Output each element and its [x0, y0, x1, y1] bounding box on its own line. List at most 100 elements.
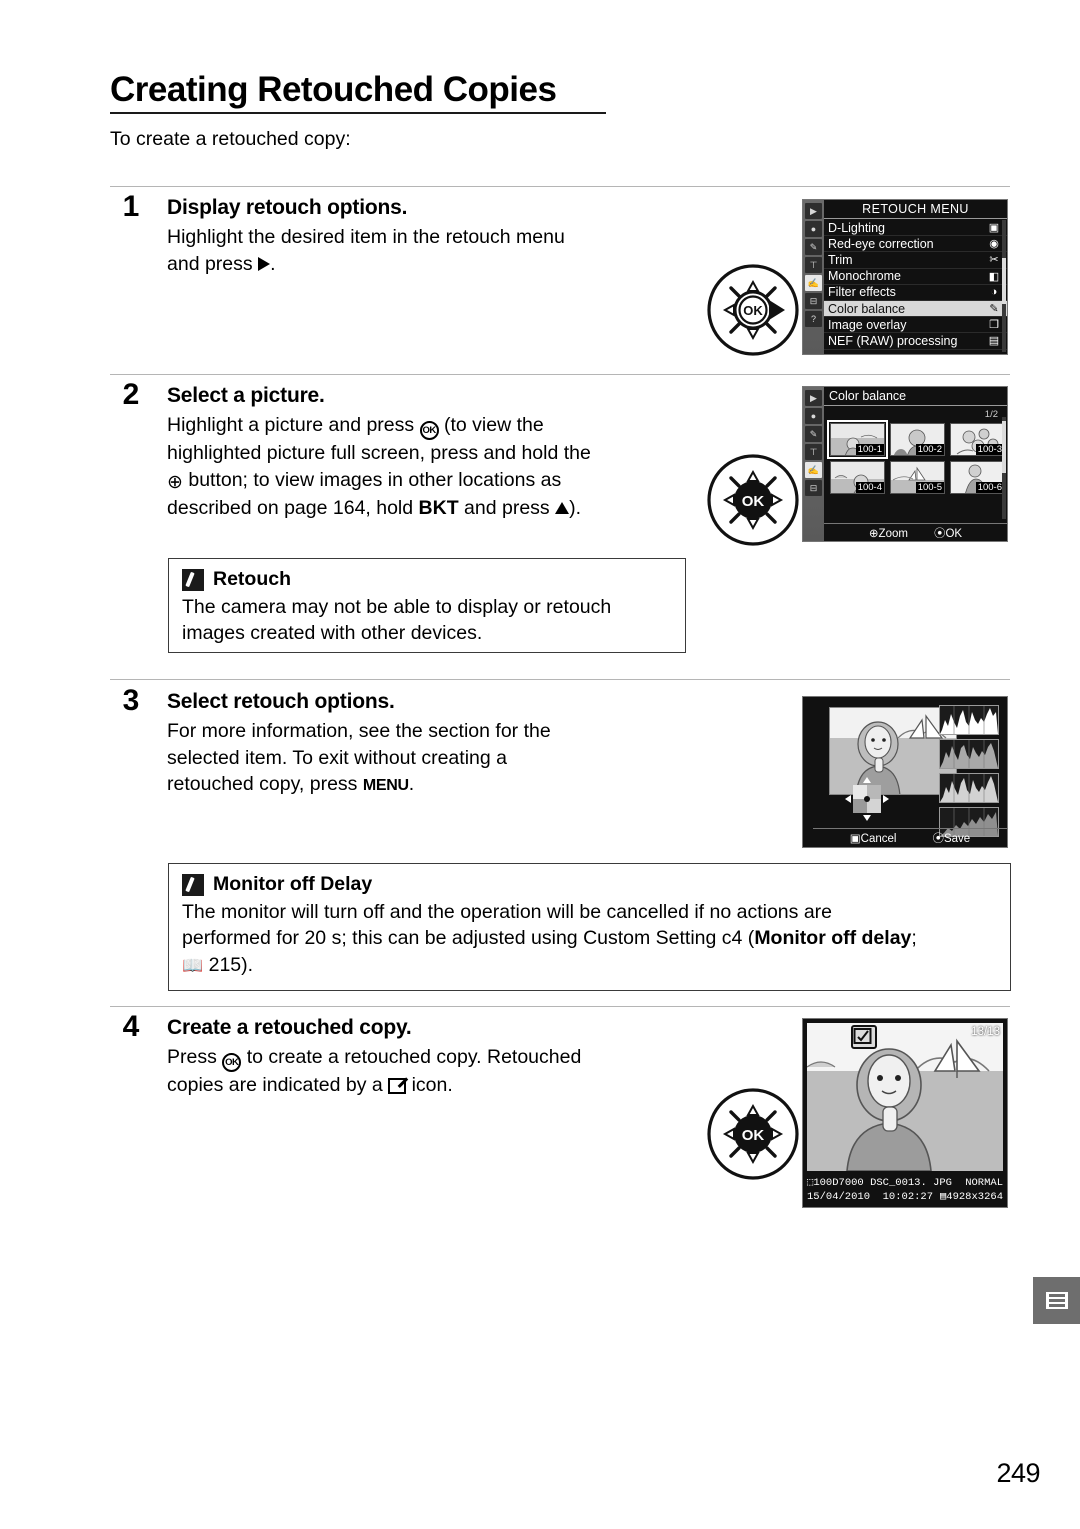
manual-page: Creating Retouched Copies To create a re…	[0, 0, 1080, 1529]
wrench-icon[interactable]: ⊤	[805, 257, 822, 273]
multi-selector-dial-1: OK	[707, 264, 799, 356]
thumbnail-scrollbar-thumb[interactable]	[1002, 421, 1006, 473]
step-3-l2: selected item. To exit without creating …	[167, 746, 507, 769]
menu-item-label: Trim	[828, 252, 853, 267]
image-size: 4928x3264	[946, 1191, 1003, 1203]
thumbnail-100-1[interactable]: 100-1	[827, 420, 888, 459]
note-monitor-title: Monitor off Delay	[213, 873, 373, 895]
pencil-icon[interactable]: ✎	[805, 426, 822, 442]
menu-item-trim[interactable]: Trim ✂	[824, 252, 1007, 269]
page-indicator: 1/2	[984, 409, 998, 420]
menu-item-d-lighting[interactable]: D-Lighting ▣	[824, 220, 1007, 237]
thumbnail-100-5[interactable]: 100-5	[890, 461, 945, 494]
step-divider-2	[110, 374, 1010, 375]
step-1-number: 1	[122, 190, 140, 223]
ok-label: OK	[945, 527, 963, 540]
step-2-l2: highlighted picture full screen, press a…	[167, 442, 591, 464]
step-3-number: 3	[122, 684, 140, 717]
step-1-body: Highlight the desired item in the retouc…	[167, 224, 727, 277]
step-2-l4a: described on page 164, hold	[167, 497, 414, 520]
frame-counter: 13/13	[971, 1026, 1000, 1038]
step-4-l1a: Press	[167, 1046, 217, 1068]
menu-item-red-eye-correction[interactable]: Red-eye correction ◉	[824, 236, 1007, 253]
shooting-icon[interactable]: ●	[805, 408, 822, 424]
pencil-icon[interactable]: ✎	[805, 239, 822, 255]
page-number: 249	[996, 1458, 1040, 1488]
multi-selector-dial-2: OK	[707, 454, 799, 546]
recent-icon[interactable]: ⊟	[805, 480, 822, 496]
retouch-icon[interactable]: ✍	[805, 462, 822, 478]
menu-list-icon	[1043, 1290, 1070, 1311]
note-retouch-title: Retouch	[213, 568, 291, 590]
note-monitor-l3: 215).	[208, 953, 254, 976]
thumbnail-100-2[interactable]: 100-2	[890, 423, 945, 456]
zoom-hint[interactable]: ⊕Zoom	[869, 526, 908, 540]
recent-icon[interactable]: ⊟	[805, 293, 822, 309]
menu-item-label: NEF (RAW) processing	[828, 333, 958, 348]
step-2-l4d: ).	[569, 497, 582, 520]
retouch-menu-header: RETOUCH MENU	[824, 200, 1007, 219]
zoom-in-icon: ⊕	[167, 471, 183, 493]
thumbnail-tag: 100-6	[975, 482, 1004, 493]
playback-icon[interactable]: ▶	[805, 203, 822, 219]
ok-icon: ⦿	[933, 527, 946, 540]
menu-item-filter-effects[interactable]: Filter effects ◑	[824, 285, 1007, 301]
step-divider-3	[110, 679, 1010, 680]
retouch-menu-list[interactable]: D-Lighting ▣ Red-eye correction ◉ Trim ✂…	[824, 220, 1007, 354]
menu-scrollbar-thumb[interactable]	[1002, 258, 1006, 304]
step-4-body: Press OK to create a retouched copy. Ret…	[167, 1044, 747, 1099]
file-name: DSC_0013. JPG	[870, 1177, 952, 1189]
thumbnail-100-4[interactable]: 100-4	[830, 461, 885, 494]
cancel-label: Cancel	[860, 833, 897, 845]
menu-item-nef-raw-processing[interactable]: NEF (RAW) processing ▤	[824, 333, 1007, 350]
thumbnail-tag: 100-5	[915, 482, 944, 493]
thumbnail-grid[interactable]: 100-1 100-2 100-3 100-4 100-5 100-6	[827, 420, 1005, 494]
retouch-icon[interactable]: ✍	[805, 275, 822, 291]
step-2-l4c: and press	[464, 497, 550, 520]
book-reference-icon: 📖	[182, 955, 204, 975]
wrench-icon[interactable]: ⊤	[805, 444, 822, 460]
save-label: Save	[943, 833, 971, 845]
step-1-line2-pre: and press	[167, 252, 253, 275]
playback-button-icon: ▣	[849, 833, 861, 845]
color-balance-edit-screen: ▣Cancel ⦿Save	[802, 696, 1008, 848]
ok-hint[interactable]: ⦿OK	[934, 525, 962, 541]
menu-item-image-overlay[interactable]: Image overlay ❐	[824, 317, 1007, 334]
playback-icon[interactable]: ▶	[805, 390, 822, 406]
thumbnail-scrollbar[interactable]	[1002, 417, 1006, 519]
shooting-icon[interactable]: ●	[805, 221, 822, 237]
bkt-button-label: BKT	[418, 497, 459, 520]
cb-side-tabs[interactable]: ▶ ● ✎ ⊤ ✍ ⊟	[803, 387, 824, 541]
page-title: Creating Retouched Copies	[110, 70, 557, 109]
menu-item-label: Image overlay	[828, 317, 907, 332]
zoom-icon: ⊕	[868, 527, 879, 540]
playback-info-row-1: ⬚100D7000 DSC_0013. JPG NORMAL	[807, 1176, 1003, 1190]
menu-scrollbar[interactable]	[1002, 220, 1006, 352]
step-divider-4	[110, 1006, 1010, 1007]
menu-side-tabs[interactable]: ▶ ● ✎ ⊤ ✍ ⊟ ?	[803, 200, 824, 354]
menu-item-monochrome[interactable]: Monochrome ◧	[824, 269, 1007, 285]
step-4-number: 4	[122, 1010, 140, 1043]
edit-screen-footer: ▣Cancel ⦿Save	[813, 828, 1007, 847]
thumbnail-100-6[interactable]: 100-6	[950, 461, 1005, 494]
menu-item-color-balance[interactable]: Color balance ✎	[824, 300, 1007, 318]
ok-button-icon: OK	[419, 421, 439, 440]
cancel-hint[interactable]: ▣Cancel	[850, 831, 897, 845]
menu-line	[1048, 1304, 1065, 1307]
thumbnail-tag: 100-4	[855, 482, 884, 493]
thumbnail-100-3[interactable]: 100-3	[950, 423, 1005, 456]
menu-line	[1048, 1294, 1065, 1297]
save-hint[interactable]: ⦿Save	[932, 830, 970, 846]
thumbnail-tag: 100-3	[975, 444, 1004, 455]
note-monitor-body: The monitor will turn off and the operat…	[182, 899, 997, 978]
menu-line	[1048, 1299, 1065, 1302]
step-1-line1: Highlight the desired item in the retouc…	[167, 226, 565, 248]
capture-date: 15/04/2010	[807, 1191, 871, 1203]
help-icon[interactable]: ?	[805, 311, 822, 327]
folder-name: 100D7000	[813, 1177, 864, 1189]
step-2-number: 2	[122, 378, 140, 411]
color-balance-grid[interactable]	[845, 777, 889, 821]
playback-info-row-2: 15/04/2010 10:02:27 ▤4928x3264	[807, 1190, 1003, 1204]
histogram-green	[939, 773, 999, 803]
capture-time: 10:02:27	[882, 1191, 934, 1203]
